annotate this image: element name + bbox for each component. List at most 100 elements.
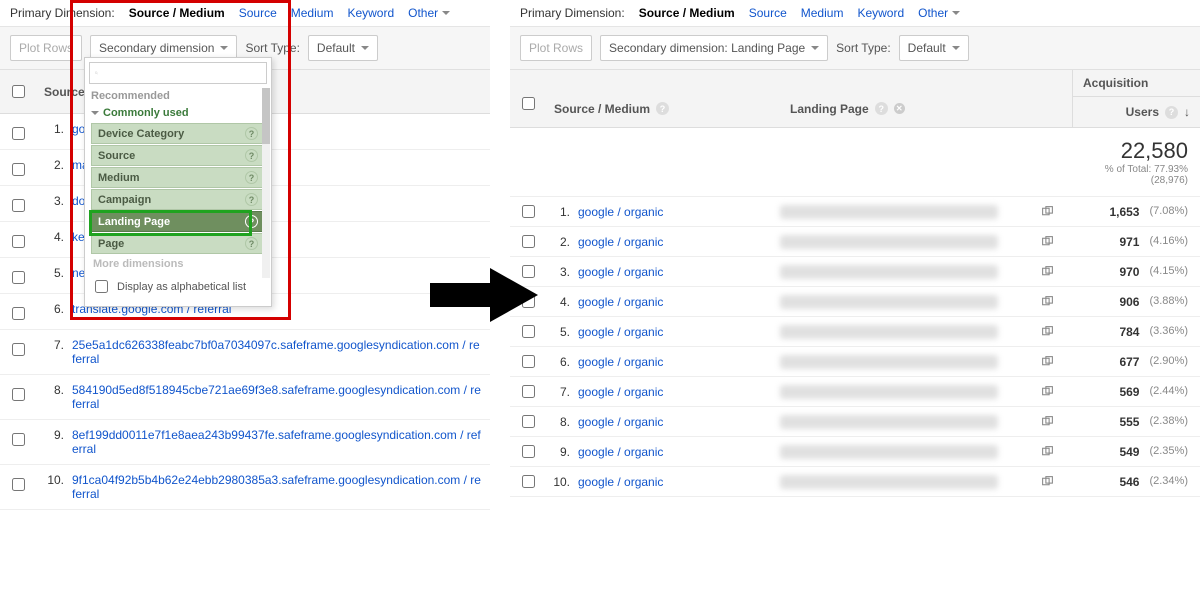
- row-users-pct: (4.15%): [1149, 265, 1188, 279]
- table-row: 10.9f1ca04f92b5b4b62e24ebb2980385a3.safe…: [0, 465, 490, 510]
- row-checkbox[interactable]: [522, 325, 535, 338]
- primary-dimension-active[interactable]: Source / Medium: [129, 6, 225, 20]
- select-all-checkbox[interactable]: [12, 85, 25, 98]
- row-checkbox[interactable]: [522, 415, 535, 428]
- sort-type-button[interactable]: Default: [308, 35, 378, 61]
- row-landing-page[interactable]: [780, 355, 1036, 369]
- col-users[interactable]: Users ? ↓: [1073, 97, 1200, 127]
- caret-down-icon: [442, 11, 450, 15]
- dropdown-item-medium[interactable]: Medium?: [91, 167, 265, 188]
- help-icon[interactable]: ?: [656, 102, 669, 115]
- help-icon[interactable]: ?: [1165, 106, 1178, 119]
- dropdown-search[interactable]: [89, 62, 267, 84]
- row-checkbox[interactable]: [522, 355, 535, 368]
- row-landing-page[interactable]: [780, 385, 1036, 399]
- row-landing-page[interactable]: [780, 295, 1036, 309]
- row-checkbox[interactable]: [12, 271, 25, 284]
- open-link-icon[interactable]: [1041, 265, 1054, 278]
- sort-desc-icon[interactable]: ↓: [1184, 105, 1190, 119]
- row-source-medium[interactable]: google / organic: [570, 325, 780, 339]
- row-source-medium[interactable]: google / organic: [570, 445, 780, 459]
- row-source-medium[interactable]: google / organic: [570, 295, 780, 309]
- primary-link-source[interactable]: Source: [749, 6, 787, 20]
- open-link-icon[interactable]: [1041, 445, 1054, 458]
- primary-dimension-active[interactable]: Source / Medium: [639, 6, 735, 20]
- row-source-medium[interactable]: 25e5a1dc626338feabc7bf0a7034097c.safefra…: [64, 336, 490, 368]
- dropdown-item-source[interactable]: Source?: [91, 145, 265, 166]
- table-row: 9.8ef199dd0011e7f1e8aea243b99437fe.safef…: [0, 420, 490, 465]
- row-checkbox[interactable]: [522, 445, 535, 458]
- dropdown-group[interactable]: Commonly used: [89, 104, 267, 122]
- open-link-icon[interactable]: [1041, 355, 1054, 368]
- row-checkbox[interactable]: [12, 307, 25, 320]
- dropdown-item-landing-page[interactable]: Landing Page?: [91, 211, 265, 232]
- help-icon[interactable]: ?: [875, 102, 888, 115]
- open-link-icon[interactable]: [1041, 235, 1054, 248]
- open-link-icon[interactable]: [1041, 325, 1054, 338]
- primary-link-keyword[interactable]: Keyword: [857, 6, 904, 20]
- row-source-medium[interactable]: google / organic: [570, 235, 780, 249]
- sort-type-button[interactable]: Default: [899, 35, 969, 61]
- table-row: 5.google / organic784(3.36%): [510, 317, 1200, 347]
- plot-rows-button[interactable]: Plot Rows: [10, 35, 82, 61]
- dropdown-more-dimensions[interactable]: More dimensions: [89, 255, 267, 273]
- primary-other[interactable]: Other: [408, 6, 450, 20]
- dropdown-scrollbar[interactable]: [262, 88, 270, 278]
- row-source-medium[interactable]: google / organic: [570, 475, 780, 489]
- row-source-medium[interactable]: google / organic: [570, 415, 780, 429]
- row-users: 970: [1119, 265, 1139, 279]
- secondary-dimension-button[interactable]: Secondary dimension: Landing Page: [600, 35, 828, 61]
- remove-dimension-icon[interactable]: ✕: [894, 103, 905, 114]
- open-link-icon[interactable]: [1041, 385, 1054, 398]
- table-row: 9.google / organic549(2.35%): [510, 437, 1200, 467]
- col-landing-page[interactable]: Landing Page ? ✕: [782, 70, 1072, 127]
- row-source-medium[interactable]: google / organic: [570, 385, 780, 399]
- row-source-medium[interactable]: google / organic: [570, 265, 780, 279]
- plot-rows-button[interactable]: Plot Rows: [520, 35, 592, 61]
- row-landing-page[interactable]: [780, 235, 1036, 249]
- panel-right: Primary Dimension: Source / Medium Sourc…: [510, 0, 1200, 497]
- row-source-medium[interactable]: google / organic: [570, 205, 780, 219]
- row-landing-page[interactable]: [780, 475, 1036, 489]
- open-link-icon[interactable]: [1041, 205, 1054, 218]
- row-checkbox[interactable]: [12, 478, 25, 491]
- row-checkbox[interactable]: [522, 475, 535, 488]
- open-link-icon[interactable]: [1041, 475, 1054, 488]
- row-checkbox[interactable]: [12, 127, 25, 140]
- row-source-medium[interactable]: 8ef199dd0011e7f1e8aea243b99437fe.safefra…: [64, 426, 490, 458]
- row-checkbox[interactable]: [12, 388, 25, 401]
- row-source-medium[interactable]: 9f1ca04f92b5b4b62e24ebb2980385a3.safefra…: [64, 471, 490, 503]
- open-link-icon[interactable]: [1041, 295, 1054, 308]
- row-checkbox[interactable]: [522, 385, 535, 398]
- primary-link-keyword[interactable]: Keyword: [347, 6, 394, 20]
- row-landing-page[interactable]: [780, 445, 1036, 459]
- dropdown-search-input[interactable]: [98, 65, 261, 81]
- row-checkbox[interactable]: [12, 343, 25, 356]
- primary-link-medium[interactable]: Medium: [291, 6, 334, 20]
- dropdown-alpha-option[interactable]: Display as alphabetical list: [89, 273, 267, 300]
- primary-other[interactable]: Other: [918, 6, 960, 20]
- primary-link-source[interactable]: Source: [239, 6, 277, 20]
- open-link-icon[interactable]: [1041, 415, 1054, 428]
- row-checkbox[interactable]: [12, 163, 25, 176]
- select-all-checkbox[interactable]: [522, 97, 535, 110]
- row-source-medium[interactable]: google / organic: [570, 355, 780, 369]
- row-checkbox[interactable]: [12, 433, 25, 446]
- row-users: 906: [1119, 295, 1139, 309]
- row-source-medium[interactable]: 584190d5ed8f518945cbe721ae69f3e8.safefra…: [64, 381, 490, 413]
- dropdown-item-campaign[interactable]: Campaign?: [91, 189, 265, 210]
- dropdown-item-device-category[interactable]: Device Category?: [91, 123, 265, 144]
- row-checkbox[interactable]: [12, 235, 25, 248]
- row-checkbox[interactable]: [522, 235, 535, 248]
- col-source-medium[interactable]: Source / Medium ?: [546, 70, 782, 127]
- summary-users-total: 22,580: [1084, 138, 1188, 164]
- row-landing-page[interactable]: [780, 325, 1036, 339]
- dropdown-item-page[interactable]: Page?: [91, 233, 265, 254]
- row-checkbox[interactable]: [12, 199, 25, 212]
- dropdown-alpha-checkbox[interactable]: [95, 280, 108, 293]
- row-landing-page[interactable]: [780, 265, 1036, 279]
- row-landing-page[interactable]: [780, 205, 1036, 219]
- row-landing-page[interactable]: [780, 415, 1036, 429]
- primary-link-medium[interactable]: Medium: [801, 6, 844, 20]
- row-checkbox[interactable]: [522, 205, 535, 218]
